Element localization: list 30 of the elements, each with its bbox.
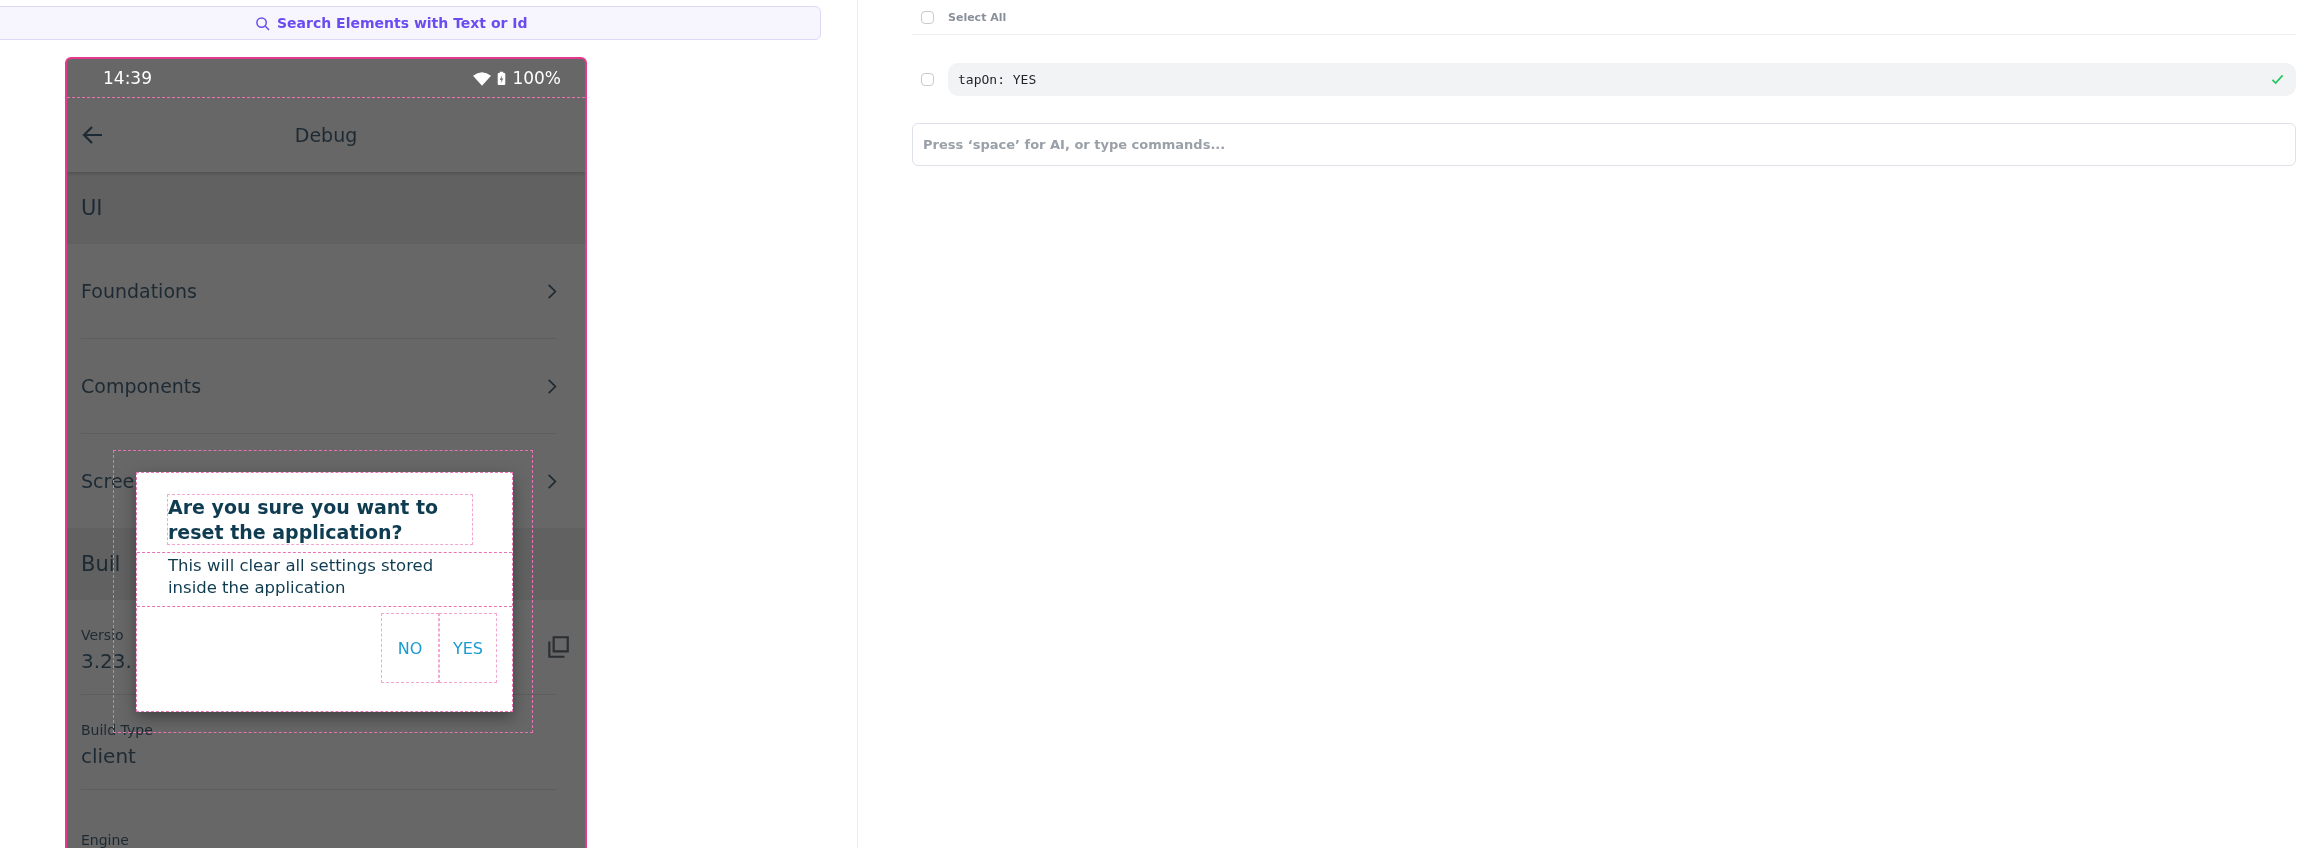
dialog-message: This will clear all settings stored inside the application [137,552,512,608]
checkbox[interactable] [921,73,934,86]
menu-item[interactable]: Components [81,375,202,397]
copy-icon[interactable] [545,634,571,660]
screen-title: Debug [294,124,358,146]
section-header: UI [81,196,103,220]
select-all-label[interactable]: Select All [948,10,1007,24]
dialog-button[interactable]: YES [439,613,497,684]
info-value: client [81,744,137,768]
chevron-right-icon [547,377,557,395]
info-label: Versio [81,627,125,643]
command-input[interactable]: Press ‘space’ for AI, or type commands... [912,123,2296,166]
dialog-title: Are you sure you want to reset the application? [168,495,472,545]
info-label: Build Type [81,722,153,738]
checkbox[interactable] [921,10,934,24]
battery-percent: 100% [512,68,561,88]
chevron-right-icon [547,472,557,490]
dialog-button[interactable]: NO [381,613,439,684]
search-field[interactable]: Search Elements with Text or Id [0,6,821,40]
command-item[interactable]: tapOn: YES [948,63,2296,96]
section-header: Buil [81,552,121,576]
menu-item[interactable]: Scree [81,470,135,492]
info-label: Engine [81,832,129,848]
info-value: 3.23. [81,649,132,673]
status-time: 14:39 [103,68,152,88]
battery-icon [497,70,507,86]
menu-item[interactable]: Foundations [81,280,197,302]
chevron-right-icon [547,282,557,300]
wifi-icon [473,70,492,86]
command-text: tapOn: YES [958,72,1037,87]
